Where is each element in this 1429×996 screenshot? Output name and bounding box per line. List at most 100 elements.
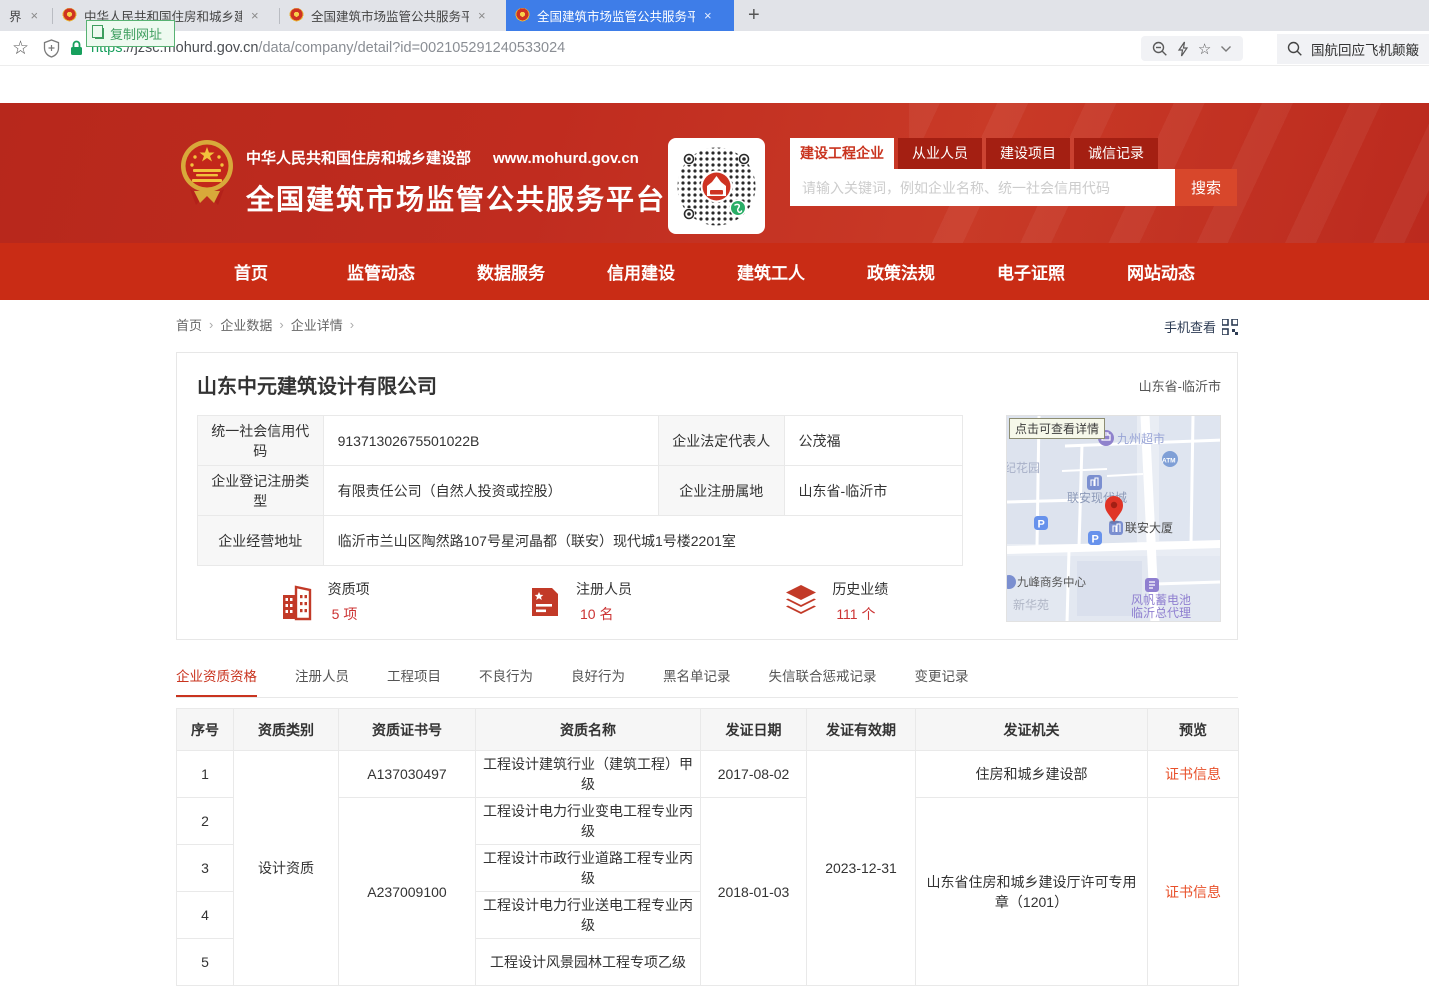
tab-bad-behavior[interactable]: 不良行为 — [479, 665, 533, 697]
breadcrumb-enterprise-data[interactable]: 企业数据 — [220, 315, 272, 334]
ministry-name: 中华人民共和国住房和城乡建设部 — [246, 147, 471, 168]
nav-home[interactable]: 首页 — [186, 243, 316, 300]
search-tab-project[interactable]: 建设项目 — [986, 138, 1070, 169]
tab-qualifications[interactable]: 企业资质资格 — [176, 665, 257, 697]
browser-tab-partial[interactable]: 界 × — [0, 0, 52, 31]
search-tab-personnel[interactable]: 从业人员 — [898, 138, 982, 169]
reg-type-label: 企业登记注册类型 — [198, 466, 324, 516]
tab-registered-personnel[interactable]: 注册人员 — [295, 665, 349, 697]
certificate-info-link[interactable]: 证书信息 — [1165, 766, 1221, 782]
location-map[interactable]: 点击可查看详情 九州超市 A — [1006, 415, 1221, 622]
tab-blacklist[interactable]: 黑名单记录 — [663, 665, 731, 697]
qualification-category: 设计资质 — [234, 751, 339, 986]
map-label-xinhuayuan: 新华苑 — [1013, 597, 1049, 612]
lightning-icon[interactable] — [1177, 41, 1189, 57]
zoom-out-icon[interactable] — [1152, 41, 1168, 57]
legal-rep-value: 公茂福 — [784, 416, 962, 466]
stat-registered-personnel: 注册人员 10 名 — [452, 579, 707, 624]
company-name: 山东中元建筑设计有限公司 — [197, 370, 437, 399]
cert-number: A237009100 — [339, 798, 476, 986]
nav-data-service[interactable]: 数据服务 — [446, 243, 576, 300]
stat-qualifications: 资质项 5 项 — [197, 579, 452, 624]
tab-projects[interactable]: 工程项目 — [387, 665, 441, 697]
search-tab-enterprise[interactable]: 建设工程企业 — [790, 138, 894, 169]
search-tab-credit[interactable]: 诚信记录 — [1074, 138, 1158, 169]
map-label-lianan-tower: 联安大厦 — [1125, 520, 1173, 535]
copy-url-tooltip[interactable]: 复制网址 — [86, 20, 175, 47]
wechat-qr-code — [668, 138, 765, 234]
tab-dishonesty[interactable]: 失信联合惩戒记录 — [769, 665, 877, 697]
platform-title: 全国建筑市场监管公共服务平台 — [246, 178, 666, 218]
browser-tab-jzsc-1[interactable]: 全国建筑市场监管公共服务平台 × — [280, 0, 506, 31]
site-brand: 中华人民共和国住房和城乡建设部 www.mohurd.gov.cn 全国建筑市场… — [246, 147, 666, 218]
building-icon — [280, 583, 316, 621]
reg-place-value: 山东省-临沂市 — [784, 466, 962, 516]
nav-e-license[interactable]: 电子证照 — [966, 243, 1096, 300]
breadcrumb-home[interactable]: 首页 — [176, 315, 202, 334]
map-label-jiufeng: 九峰商务中心 — [1017, 575, 1086, 589]
favorites-star-icon[interactable]: ☆ — [1198, 40, 1211, 58]
national-emblem-icon — [180, 139, 234, 209]
browser-toolbar-icons: ☆ — [1141, 36, 1243, 61]
main-navigation: 首页 监管动态 数据服务 信用建设 建筑工人 政策法规 电子证照 网站动态 — [0, 243, 1429, 300]
tab-close-icon[interactable]: × — [251, 8, 259, 23]
nav-workers[interactable]: 建筑工人 — [706, 243, 836, 300]
reg-place-label: 企业注册属地 — [658, 466, 784, 516]
credit-code-label: 统一社会信用代码 — [198, 416, 324, 466]
shield-icon[interactable] — [43, 39, 60, 58]
gov-emblem-favicon-icon — [62, 8, 77, 23]
row-no: 1 — [177, 751, 234, 798]
search-category-tabs: 建设工程企业 从业人员 建设项目 诚信记录 — [790, 138, 1237, 169]
tab-close-icon[interactable]: × — [31, 8, 39, 23]
certificate-icon — [528, 585, 564, 619]
keyword-search-input[interactable] — [790, 169, 1175, 206]
nav-credit[interactable]: 信用建设 — [576, 243, 706, 300]
reg-type-value: 有限责任公司（自然人投资或控股） — [323, 466, 658, 516]
credit-code-value: 91371302675501022B — [323, 416, 658, 466]
legal-rep-label: 企业法定代表人 — [658, 416, 784, 466]
breadcrumb-enterprise-detail: 企业详情 — [291, 315, 343, 334]
cert-number: A137030497 — [339, 751, 476, 798]
company-detail-card: 山东中元建筑设计有限公司 山东省-临沂市 统一社会信用代码 9137130267… — [176, 352, 1238, 640]
site-header: 中华人民共和国住房和城乡建设部 www.mohurd.gov.cn 全国建筑市场… — [0, 103, 1429, 243]
bookmark-star-icon[interactable]: ☆ — [12, 37, 29, 60]
browser-hot-search[interactable]: 国航回应飞机颠簸 — [1277, 34, 1429, 64]
map-label-battery-2: 临沂总代理 — [1131, 606, 1191, 620]
row-no: 3 — [177, 845, 234, 892]
qualification-name: 工程设计市政行业道路工程专业丙级 — [476, 845, 701, 892]
layers-icon — [782, 584, 820, 620]
map-parking-icon-2: P — [1092, 534, 1099, 546]
certificate-info-link[interactable]: 证书信息 — [1165, 884, 1221, 900]
tab-close-icon[interactable]: × — [478, 8, 486, 23]
issue-date: 2017-08-02 — [701, 751, 807, 798]
row-no: 5 — [177, 939, 234, 986]
map-label-atm: ATM — [1162, 458, 1176, 465]
row-no: 4 — [177, 892, 234, 939]
copy-icon — [95, 28, 104, 39]
nav-supervision[interactable]: 监管动态 — [316, 243, 446, 300]
table-header-row: 序号 资质类别 资质证书号 资质名称 发证日期 发证有效期 发证机关 预览 — [177, 709, 1239, 751]
https-lock-icon — [70, 40, 83, 56]
company-info-table: 统一社会信用代码 91371302675501022B 企业法定代表人 公茂福 … — [197, 415, 963, 566]
qualification-name: 工程设计电力行业变电工程专业丙级 — [476, 798, 701, 845]
breadcrumb: 首页 › 企业数据 › 企业详情 › — [176, 315, 354, 334]
qualification-table: 序号 资质类别 资质证书号 资质名称 发证日期 发证有效期 发证机关 预览 1 … — [176, 708, 1239, 986]
address-value: 临沂市兰山区陶然路107号星河晶都（联安）现代城1号楼2201室 — [323, 516, 962, 566]
search-button[interactable]: 搜索 — [1175, 169, 1237, 206]
nav-policy[interactable]: 政策法规 — [836, 243, 966, 300]
tab-good-behavior[interactable]: 良好行为 — [571, 665, 625, 697]
browser-tab-strip: 界 × 中华人民共和国住房和城乡建设 × 全国建筑市场监管公共服务平台 × 全国… — [0, 0, 1429, 31]
mobile-view-button[interactable]: 手机查看 — [1164, 317, 1238, 336]
tab-close-icon[interactable]: × — [704, 8, 712, 23]
chevron-down-icon[interactable] — [1220, 45, 1232, 53]
qualification-name: 工程设计电力行业送电工程专业丙级 — [476, 892, 701, 939]
address-label: 企业经营地址 — [198, 516, 324, 566]
tab-change-records[interactable]: 变更记录 — [915, 665, 969, 697]
qualification-name: 工程设计建筑行业（建筑工程）甲级 — [476, 751, 701, 798]
map-label-battery-1: 风帆蓄电池 — [1131, 592, 1191, 607]
browser-tab-jzsc-active[interactable]: 全国建筑市场监管公共服务平台 × — [506, 0, 734, 31]
map-parking-icon-1: P — [1038, 519, 1045, 531]
nav-site-news[interactable]: 网站动态 — [1096, 243, 1226, 300]
new-tab-button[interactable]: + — [734, 0, 774, 31]
company-region: 山东省-临沂市 — [1139, 376, 1221, 395]
